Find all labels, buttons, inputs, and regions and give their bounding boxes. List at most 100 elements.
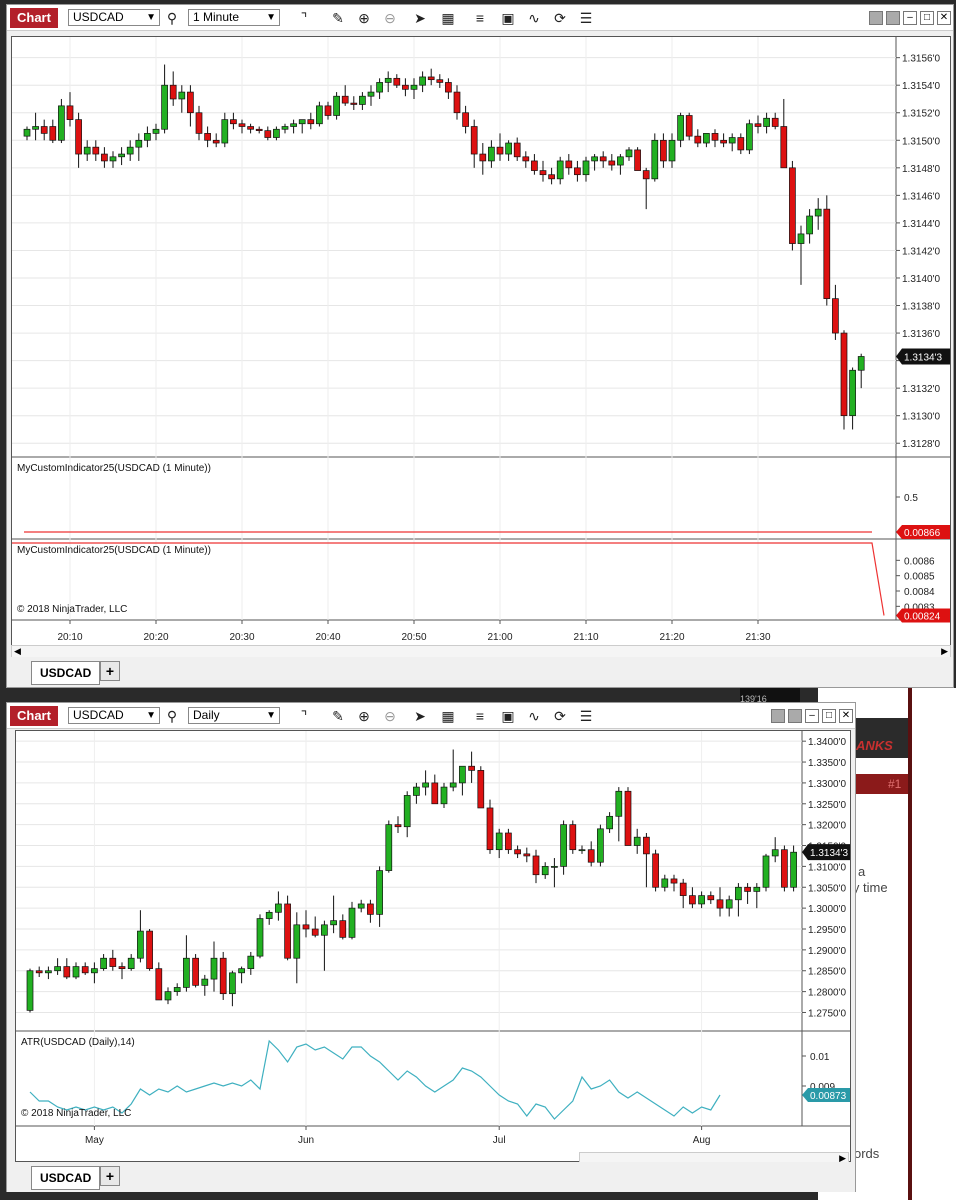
data-box-icon[interactable]: ▦ [439, 9, 457, 27]
candle [737, 137, 745, 151]
candle [634, 149, 641, 171]
candle [413, 786, 420, 796]
pencil-icon[interactable]: ✎ [329, 9, 347, 27]
instrument-selector[interactable]: USDCAD ▼ [68, 9, 160, 26]
maximize-button[interactable]: □ [920, 11, 934, 25]
candle [735, 886, 742, 901]
price-tick-label: 1.3144'0 [902, 219, 940, 230]
candle [256, 918, 264, 957]
interval-selector[interactable]: Daily ▼ [188, 707, 280, 724]
candle [109, 957, 117, 967]
candle [311, 928, 319, 936]
candle [427, 76, 435, 81]
price-tick-label: 1.3142'0 [902, 246, 940, 257]
zoom-in-icon[interactable]: ⊕ [355, 707, 373, 725]
zoom-out-icon[interactable]: ⊖ [381, 707, 399, 725]
time-tick-label: 21:10 [573, 632, 598, 643]
candle [431, 782, 439, 805]
candle [771, 849, 779, 857]
candle [212, 139, 220, 144]
refresh-icon[interactable]: ⟳ [551, 9, 569, 27]
close-button[interactable]: ✕ [839, 709, 853, 723]
add-tab-button[interactable]: + [100, 1166, 120, 1186]
instrument-selector[interactable]: USDCAD ▼ [68, 707, 160, 724]
candle [75, 119, 82, 155]
time-tick-label: 21:00 [487, 632, 512, 643]
search-icon[interactable]: ⚲ [163, 707, 181, 725]
copyright-label: © 2018 NinjaTrader, LLC [21, 1108, 131, 1119]
candle [642, 170, 650, 180]
chart-tag[interactable]: Chart [10, 706, 58, 726]
scroll-left-icon[interactable]: ◀ [14, 646, 21, 657]
chart-trader-icon[interactable]: ≡ [471, 9, 489, 27]
link-button-2[interactable] [788, 709, 802, 723]
candle [169, 84, 177, 100]
candle [385, 824, 393, 871]
chart-tag[interactable]: Chart [10, 8, 58, 28]
zoom-out-icon[interactable]: ⊖ [381, 9, 399, 27]
data-box-icon[interactable]: ▦ [439, 707, 457, 725]
price-tick-label: 1.3136'0 [902, 329, 940, 340]
search-icon[interactable]: ⚲ [163, 9, 181, 27]
candle [204, 133, 211, 141]
strategies-icon[interactable]: ▣ [499, 9, 517, 27]
refresh-icon[interactable]: ⟳ [551, 707, 569, 725]
candle [513, 142, 521, 158]
bar-type-icon[interactable]: ⌝ [295, 9, 313, 27]
pointer-icon[interactable]: ➤ [411, 707, 429, 725]
link-button-1[interactable] [771, 709, 785, 723]
price-tick-label: 1.3154'0 [902, 81, 940, 92]
chart-area[interactable]: 1.3400'0 1.3350'0 1.3300'0 1.3250'0 1.3200'0… [15, 730, 851, 1162]
indicators-icon[interactable]: ∿ [525, 707, 543, 725]
candle [716, 899, 724, 909]
candle [127, 957, 135, 970]
interval-selector[interactable]: 1 Minute ▼ [188, 9, 280, 26]
candle [49, 126, 57, 141]
indicators-icon[interactable]: ∿ [525, 9, 543, 27]
time-tick-label: 20:10 [57, 632, 82, 643]
candle [797, 233, 805, 244]
atr-value-label: 0.00873 [810, 1091, 847, 1102]
bar-type-icon[interactable]: ⌝ [295, 707, 313, 725]
pencil-icon[interactable]: ✎ [329, 707, 347, 725]
pointer-icon[interactable]: ➤ [411, 9, 429, 27]
candle [790, 851, 797, 888]
chevron-down-icon: ▼ [266, 12, 276, 23]
strategies-icon[interactable]: ▣ [499, 707, 517, 725]
minimize-button[interactable]: – [805, 709, 819, 723]
scroll-right-icon[interactable]: ▶ [941, 646, 948, 657]
tab-usdcad[interactable]: USDCAD [31, 661, 101, 685]
candle [273, 128, 280, 138]
candle [109, 156, 117, 162]
chart-svg: 1.3400'0 1.3350'0 1.3300'0 1.3250'0 1.3200'0… [16, 731, 850, 1146]
tab-usdcad[interactable]: USDCAD [31, 1166, 101, 1190]
interval-value: Daily [193, 708, 220, 722]
candle [152, 128, 160, 134]
last-price-label: 1.3134'3 [810, 848, 848, 859]
candle [376, 82, 383, 93]
candle [746, 123, 753, 151]
chevron-down-icon: ▼ [146, 710, 156, 721]
properties-icon[interactable]: ☰ [577, 9, 595, 27]
chart-trader-icon[interactable]: ≡ [471, 707, 489, 725]
link-button-2[interactable] [886, 11, 900, 25]
properties-icon[interactable]: ☰ [577, 707, 595, 725]
close-button[interactable]: ✕ [937, 11, 951, 25]
zoom-in-icon[interactable]: ⊕ [355, 9, 373, 27]
candle [440, 786, 448, 805]
candle [101, 153, 108, 162]
minimize-button[interactable]: – [903, 11, 917, 25]
candle [126, 146, 134, 155]
month-tick-label: Jul [493, 1135, 506, 1146]
candle [187, 91, 194, 114]
chart-area[interactable]: 1.3156'0 1.3154'0 1.3152'0 1.3150'0 1.3148'0… [11, 36, 951, 650]
candle [173, 987, 181, 992]
candle [668, 139, 676, 162]
indicator-tick-label: 0.0084 [904, 587, 935, 598]
link-button-1[interactable] [869, 11, 883, 25]
candle [35, 970, 43, 974]
maximize-button[interactable]: □ [822, 709, 836, 723]
add-tab-button[interactable]: + [100, 661, 120, 681]
candle [597, 828, 604, 863]
candle [23, 128, 31, 137]
